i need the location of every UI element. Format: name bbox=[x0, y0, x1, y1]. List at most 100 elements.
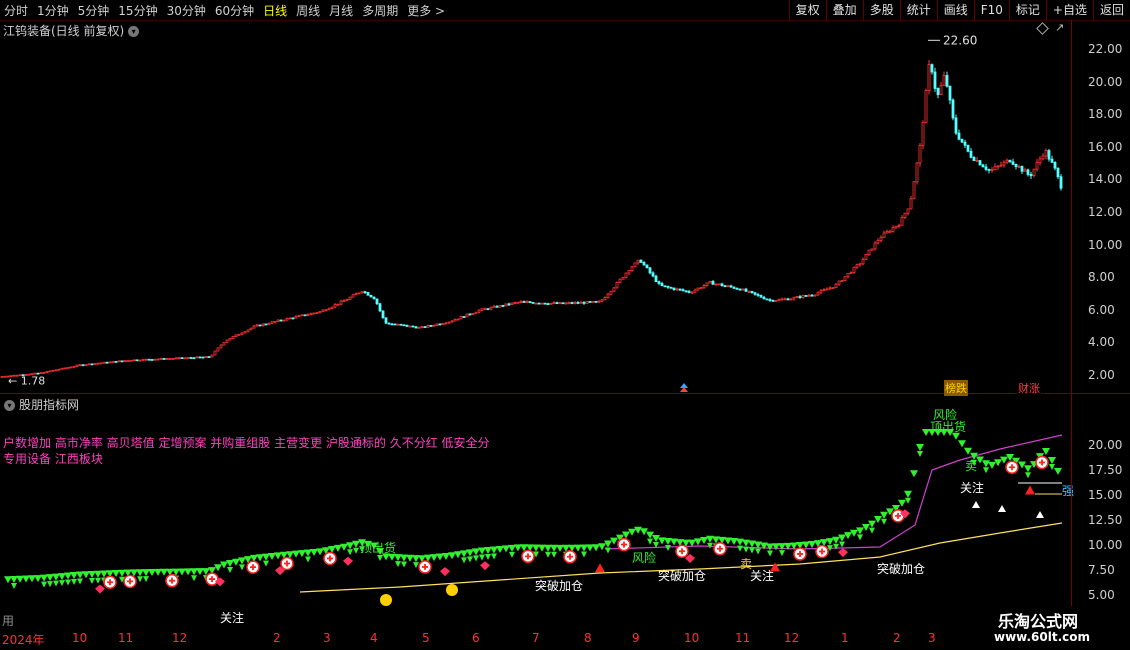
f10-tags: 户数增加 高市净率 高贝塔值 定增预案 并购重组股 主营变更 沪股通标的 久不分… bbox=[3, 436, 490, 450]
candle-body bbox=[147, 358, 151, 361]
signal-triangle bbox=[11, 583, 17, 590]
candle-body bbox=[450, 320, 454, 323]
candle-body bbox=[909, 198, 913, 210]
chevron-down-icon[interactable]: ▾ bbox=[4, 400, 15, 411]
candle-body bbox=[399, 323, 403, 326]
price-tick-label: 12.00 bbox=[1088, 205, 1123, 219]
candle-body bbox=[852, 266, 856, 273]
indicator-tick-label: 12.50 bbox=[1088, 513, 1123, 527]
candle-body bbox=[810, 294, 814, 297]
candle-body bbox=[96, 362, 100, 365]
candle-body bbox=[987, 168, 991, 171]
candle-body bbox=[297, 315, 301, 317]
indicator-title[interactable]: ▾ 股朋指标网 bbox=[4, 396, 79, 413]
signal-triangle bbox=[334, 544, 342, 552]
candle-body bbox=[294, 315, 298, 319]
candle-body bbox=[192, 357, 196, 360]
price-tick-label: 8.00 bbox=[1088, 270, 1115, 285]
finance-up-badge[interactable]: 财涨 bbox=[1017, 380, 1041, 396]
signal-triangle bbox=[274, 552, 282, 560]
candle-body bbox=[861, 259, 865, 265]
candle-body bbox=[540, 302, 544, 305]
signal-triangle bbox=[598, 543, 606, 551]
candle-body bbox=[798, 296, 802, 299]
candle-body bbox=[792, 297, 796, 300]
candle-body bbox=[678, 288, 682, 291]
candle-body bbox=[78, 364, 82, 367]
candle-body bbox=[972, 156, 976, 161]
candle-body bbox=[138, 359, 142, 362]
candle-body bbox=[264, 323, 268, 326]
signal-triangle bbox=[352, 540, 360, 548]
candle-body bbox=[93, 363, 97, 365]
candle-body bbox=[564, 302, 568, 305]
breakout-label: 突破加仓 bbox=[535, 578, 583, 593]
date-tick-label: 2 bbox=[273, 631, 281, 645]
candle-body bbox=[834, 283, 838, 289]
signal-triangle bbox=[401, 561, 407, 568]
signal-triangle bbox=[89, 577, 95, 584]
fall-rank-badge[interactable]: 榜跌 bbox=[944, 380, 968, 396]
white-marker bbox=[998, 505, 1006, 512]
candle-body bbox=[1023, 169, 1027, 172]
candle-body bbox=[435, 323, 439, 326]
signal-triangle bbox=[263, 560, 269, 567]
candle-body bbox=[513, 302, 517, 304]
indicator-tick-label: 10.00 bbox=[1088, 538, 1123, 552]
signal-triangle bbox=[880, 511, 888, 519]
signal-triangle bbox=[395, 561, 401, 568]
date-tick-label: 7 bbox=[532, 631, 540, 645]
date-tick-label: 12 bbox=[172, 631, 188, 645]
watermark-url: www.60lt.com bbox=[994, 630, 1091, 644]
candle-body bbox=[234, 334, 238, 337]
candle-body bbox=[339, 300, 343, 305]
signal-triangle bbox=[95, 577, 101, 584]
candle-body bbox=[141, 358, 145, 361]
sell-label: 卖 bbox=[965, 459, 977, 473]
candle-body bbox=[1050, 158, 1054, 163]
watermark-name: 乐淘公式网 bbox=[998, 612, 1079, 631]
candle-body bbox=[621, 276, 625, 280]
candle-body bbox=[825, 288, 829, 291]
candle-body bbox=[549, 302, 553, 305]
candle-body bbox=[897, 224, 901, 227]
candle-body bbox=[498, 304, 502, 308]
candle-body bbox=[708, 280, 712, 284]
candle-body bbox=[684, 290, 688, 293]
candle-body bbox=[405, 324, 409, 327]
signal-triangle bbox=[1024, 465, 1032, 473]
candle-body bbox=[591, 300, 595, 303]
candle-body bbox=[867, 249, 871, 255]
risk-diamond bbox=[838, 548, 848, 558]
candle-body bbox=[978, 160, 982, 166]
candle-body bbox=[381, 310, 385, 319]
candle-body bbox=[39, 372, 43, 375]
candle-body bbox=[462, 316, 466, 318]
candle-body bbox=[411, 325, 415, 328]
signal-triangle bbox=[77, 578, 83, 585]
chart-canvas[interactable]: 22.60← 1.78突破加仓突破加仓突破加仓顶出货顶出货风险风险关注关注关注卖… bbox=[0, 0, 1130, 650]
candle-body bbox=[1014, 164, 1018, 167]
signal-triangle bbox=[496, 545, 504, 553]
signal-triangle bbox=[34, 575, 42, 583]
candle-body bbox=[732, 286, 736, 289]
candle-body bbox=[387, 322, 391, 325]
signal-triangle bbox=[256, 554, 264, 562]
signal-triangle bbox=[460, 550, 468, 558]
signal-triangle bbox=[70, 572, 78, 580]
candle-body bbox=[75, 364, 79, 367]
candle-body bbox=[366, 292, 370, 296]
candle-body bbox=[963, 141, 967, 146]
candle-body bbox=[1053, 161, 1057, 169]
candle-body bbox=[282, 319, 286, 322]
signal-triangle bbox=[581, 551, 587, 558]
candle-body bbox=[636, 259, 640, 264]
candle-body bbox=[846, 273, 850, 278]
candle-body bbox=[336, 303, 340, 306]
signal-triangle bbox=[262, 553, 270, 561]
candle-body bbox=[111, 361, 115, 363]
candle-body bbox=[66, 366, 70, 369]
candle-body bbox=[753, 292, 757, 295]
candle-body bbox=[690, 291, 694, 294]
signal-triangle bbox=[436, 553, 444, 561]
